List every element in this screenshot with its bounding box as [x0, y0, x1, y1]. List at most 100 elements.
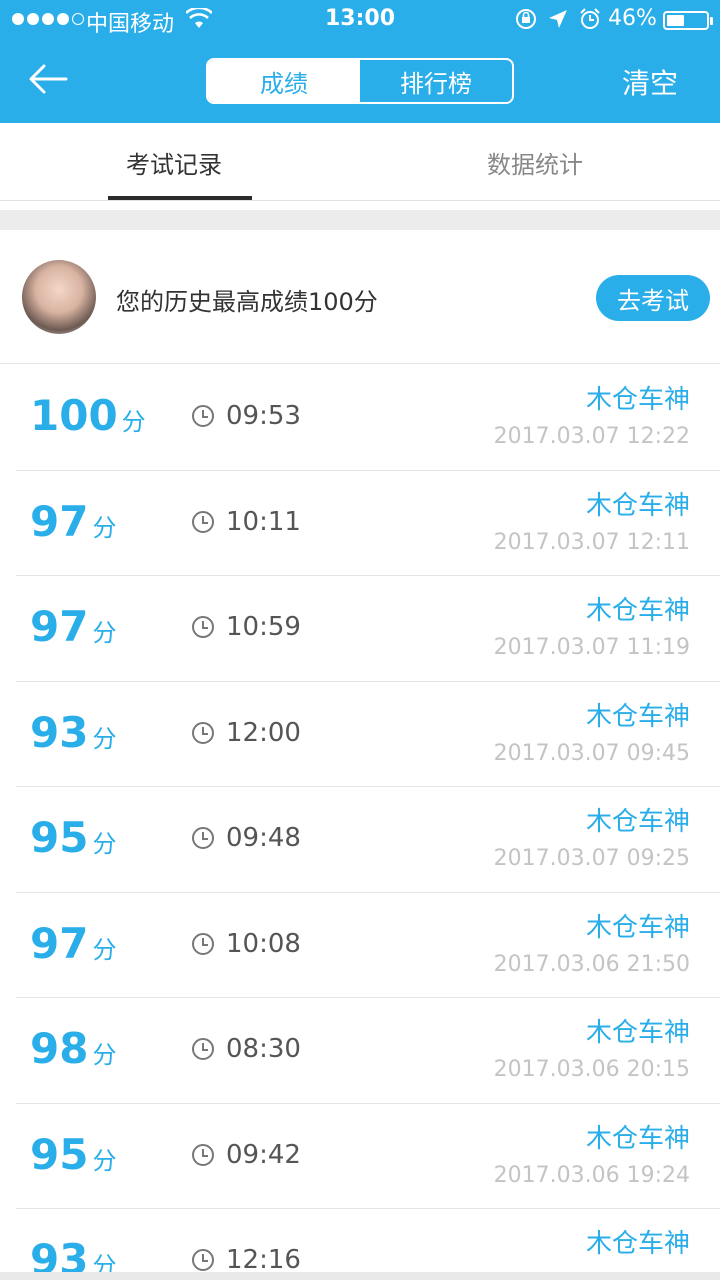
- best-score-text: 您的历史最高成绩100分: [116, 288, 378, 316]
- section-divider: [0, 210, 720, 230]
- user-name: 木仓车神: [585, 1018, 690, 1048]
- score-value: 98 分: [30, 1025, 116, 1079]
- duration-text: 09:53: [226, 401, 301, 431]
- user-name: 木仓车神: [585, 1229, 690, 1259]
- exam-duration: 09:48: [192, 823, 301, 853]
- exam-duration: 10:11: [192, 507, 301, 537]
- tab-leaderboard[interactable]: 排行榜: [360, 60, 512, 102]
- best-score-summary: 您的历史最高成绩100分 去考试: [0, 230, 720, 364]
- exam-duration: 09:42: [192, 1140, 301, 1170]
- score-unit: 分: [92, 619, 117, 647]
- exam-datetime: 2017.03.06 21:50: [493, 951, 690, 977]
- battery-percentage: 46%: [608, 6, 657, 31]
- duration-text: 10:08: [226, 928, 301, 959]
- score-value: 93 分: [30, 707, 117, 763]
- rotation-lock-icon: [515, 8, 537, 30]
- clock-icon: [192, 932, 214, 955]
- score-number: 93: [30, 707, 89, 757]
- status-bar: 中国移动 13:00 46%: [0, 0, 720, 40]
- clock-icon: [192, 1143, 214, 1166]
- score-unit: 分: [121, 408, 146, 436]
- exam-duration: 10:08: [192, 929, 301, 959]
- alarm-icon: [579, 8, 601, 30]
- score-unit: 分: [92, 1041, 117, 1069]
- user-name: 木仓车神: [585, 1123, 690, 1154]
- exam-datetime: 2017.03.07 12:22: [493, 424, 690, 449]
- clock-icon: [192, 405, 214, 427]
- score-number: 100: [30, 391, 118, 440]
- duration-text: 09:48: [226, 823, 301, 853]
- active-tab-indicator: [108, 196, 252, 200]
- score-number: 95: [30, 813, 89, 862]
- list-item[interactable]: 97 分 10:08 木仓车神 2017.03.06 21:50: [16, 893, 720, 998]
- clock-icon: [192, 721, 214, 744]
- user-name: 木仓车神: [585, 490, 690, 521]
- user-name: 木仓车神: [585, 912, 690, 943]
- score-value: 100 分: [30, 392, 146, 446]
- duration-text: 10:59: [226, 612, 301, 642]
- exam-duration: 08:30: [192, 1034, 301, 1064]
- battery-icon: [663, 11, 713, 30]
- score-value: 97 分: [30, 496, 117, 552]
- back-arrow-icon[interactable]: [26, 58, 68, 100]
- exam-datetime: 2017.03.07 09:45: [493, 740, 690, 766]
- exam-duration: 12:00: [192, 718, 301, 748]
- score-value: 97 分: [30, 603, 116, 657]
- user-name: 木仓车神: [585, 807, 690, 837]
- exam-datetime: 2017.03.07 12:11: [493, 529, 690, 555]
- take-exam-button[interactable]: 去考试: [596, 275, 710, 321]
- tab-statistics[interactable]: 数据统计: [487, 145, 583, 180]
- list-item[interactable]: 93 分 12:00 木仓车神 2017.03.07 09:45: [16, 682, 720, 787]
- score-unit: 分: [92, 724, 117, 753]
- exam-datetime: 2017.03.06 20:15: [493, 1057, 690, 1082]
- list-item[interactable]: 97 分 10:11 木仓车神 2017.03.07 12:11: [16, 471, 720, 576]
- score-value: 95 分: [30, 814, 116, 868]
- score-number: 97: [30, 602, 89, 651]
- exam-datetime: 2017.03.06 19:24: [493, 1162, 690, 1188]
- user-name: 木仓车神: [585, 701, 690, 732]
- score-unit: 分: [92, 513, 117, 542]
- exam-datetime: 2017.03.07 11:19: [493, 635, 690, 660]
- user-name: 木仓车神: [585, 596, 690, 626]
- score-number: 98: [30, 1024, 89, 1073]
- score-number: 95: [30, 1129, 89, 1179]
- avatar[interactable]: [22, 260, 96, 334]
- score-unit: 分: [92, 935, 117, 964]
- exam-record-list: 100 分 09:53 木仓车神 2017.03.07 12:22 97 分 10:11 木仓车…: [0, 365, 720, 1280]
- exam-duration: 12:16: [192, 1245, 301, 1275]
- exam-duration: 10:59: [192, 612, 301, 642]
- exam-datetime: 2017.03.07 09:25: [493, 846, 690, 871]
- exam-duration: 09:53: [192, 401, 301, 431]
- score-number: 97: [30, 496, 89, 546]
- bottom-edge: [0, 1272, 720, 1280]
- list-item[interactable]: 95 分 09:42 木仓车神 2017.03.06 19:24: [16, 1104, 720, 1209]
- list-item[interactable]: 97 分 10:59 木仓车神 2017.03.07 11:19: [16, 576, 720, 682]
- clock-icon: [192, 510, 214, 533]
- location-arrow-icon: [547, 8, 569, 30]
- app-header: 中国移动 13:00 46% 成绩 排行榜 清空: [0, 0, 720, 123]
- tab-exam-records[interactable]: 考试记录: [126, 145, 222, 180]
- duration-text: 12:00: [226, 717, 301, 748]
- duration-text: 08:30: [226, 1034, 301, 1064]
- clock-icon: [192, 1249, 214, 1271]
- clock-icon: [192, 827, 214, 849]
- score-unit: 分: [92, 1146, 117, 1175]
- clear-button[interactable]: 清空: [622, 62, 678, 102]
- tab-scores[interactable]: 成绩: [208, 60, 360, 102]
- list-item[interactable]: 95 分 09:48 木仓车神 2017.03.07 09:25: [16, 787, 720, 893]
- duration-text: 09:42: [226, 1139, 301, 1170]
- clock-icon: [192, 1038, 214, 1060]
- score-unit: 分: [92, 830, 117, 858]
- duration-text: 10:11: [226, 506, 301, 537]
- clock-icon: [192, 616, 214, 638]
- duration-text: 12:16: [226, 1245, 301, 1275]
- list-item[interactable]: 93 分 12:16 木仓车神: [16, 1209, 720, 1280]
- score-value: 97 分: [30, 918, 117, 974]
- sub-tab-bar: 考试记录 数据统计: [0, 123, 720, 201]
- score-value: 95 分: [30, 1129, 117, 1185]
- list-item[interactable]: 98 分 08:30 木仓车神 2017.03.06 20:15: [16, 998, 720, 1104]
- score-number: 97: [30, 918, 89, 968]
- user-name: 木仓车神: [585, 385, 690, 415]
- segmented-control: 成绩 排行榜: [206, 58, 514, 104]
- list-item[interactable]: 100 分 09:53 木仓车神 2017.03.07 12:22: [16, 365, 720, 471]
